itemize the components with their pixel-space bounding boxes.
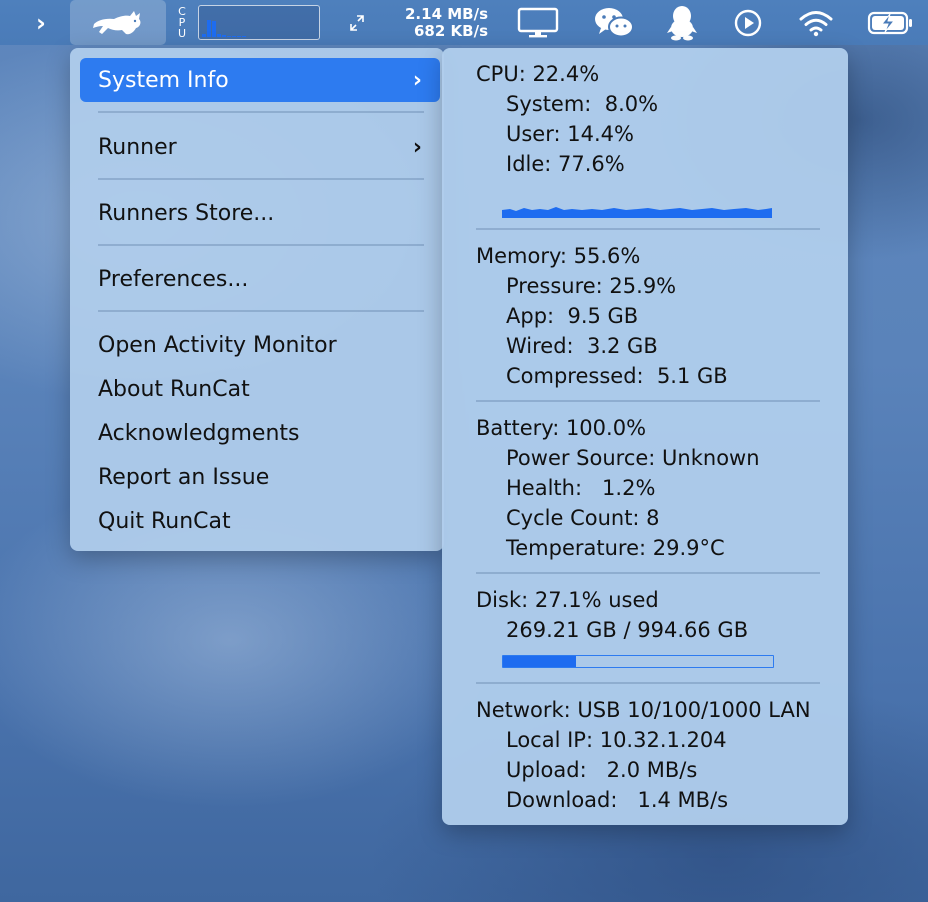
cpu-label: C P U [174,0,190,45]
cpu-letter-u: U [177,27,187,40]
cpu-graph-bar [212,20,216,37]
disk-usage-bar [502,655,774,668]
cat-runner-icon [93,10,141,34]
qq-penguin-icon[interactable] [660,0,704,45]
battery-temperature: Temperature: 29.9°C [506,536,725,560]
network-upload: Upload: 2.0 MB/s [506,758,698,782]
memory-pressure: Pressure: 25.9% [506,274,677,298]
battery-title: Battery: 100.0% [476,416,647,440]
menu-item-acknowledgments[interactable]: Acknowledgments [80,411,440,455]
memory-compressed: Compressed: 5.1 GB [506,364,728,388]
cpu-graph-bar [222,35,226,37]
panel-separator [476,400,820,402]
upload-rate: 2.14 MB/s [405,4,488,23]
cpu-graph-bar [237,35,241,37]
menu-item-report-issue[interactable]: Report an Issue [80,455,440,499]
play-circle-icon[interactable] [726,0,770,45]
disk-usage-fill [503,656,577,667]
battery-charging-icon[interactable] [866,0,916,45]
panel-separator [476,572,820,574]
menu-separator [98,178,424,180]
menu-item-label: Acknowledgments [98,420,300,446]
memory-wired: Wired: 3.2 GB [506,334,658,358]
disk-usage: 269.21 GB / 994.66 GB [506,618,749,642]
menu-item-open-activity-monitor[interactable]: Open Activity Monitor [80,323,440,367]
menu-item-label: Runner [98,134,177,160]
menu-separator [98,244,424,246]
menubar: › C P U 2.14 MB/s 682 KB/s [0,0,928,45]
menu-separator [98,111,424,113]
menu-item-label: System Info [98,67,229,93]
network-local-ip: Local IP: 10.32.1.204 [506,728,727,752]
cpu-graph-bar [217,34,221,37]
menu-item-label: Report an Issue [98,464,270,490]
battery-health: Health: 1.2% [506,476,656,500]
network-title: Network: USB 10/100/1000 LAN [476,698,811,722]
battery-power-source: Power Source: Unknown [506,446,760,470]
menu-item-label: About RunCat [98,376,250,402]
cpu-graph-bar [227,35,231,37]
menu-item-label: Runners Store... [98,200,275,226]
cpu-user: User: 14.4% [506,122,634,146]
cpu-graph-bar [207,19,211,37]
memory-app: App: 9.5 GB [506,304,639,328]
wifi-icon[interactable] [794,0,838,45]
panel-separator [476,682,820,684]
cpu-usage-graph[interactable] [198,5,320,40]
cpu-history-graph [502,207,772,218]
menu-item-runner[interactable]: Runner › [80,125,440,169]
network-arrows-icon [346,0,368,45]
menubar-overflow-chevron-icon[interactable]: › [28,0,54,45]
cpu-graph-bar [232,35,236,37]
wechat-icon[interactable] [592,0,636,45]
menu-separator [98,310,424,312]
network-download: Download: 1.4 MB/s [506,788,729,812]
runcat-menu: System Info › Runner › Runners Store... … [70,48,444,551]
network-rates[interactable]: 2.14 MB/s 682 KB/s [370,0,488,45]
runcat-status-item[interactable] [70,0,166,45]
cpu-title: CPU: 22.4% [476,62,600,86]
menu-item-preferences[interactable]: Preferences... [80,257,440,301]
panel-separator [476,228,820,230]
monitor-icon[interactable] [516,0,560,45]
download-rate: 682 KB/s [414,21,488,40]
menu-item-label: Quit RunCat [98,508,231,534]
menu-item-label: Preferences... [98,266,249,292]
menu-item-quit-runcat[interactable]: Quit RunCat [80,499,440,543]
disk-title: Disk: 27.1% used [476,588,659,612]
cpu-graph-bar [242,35,246,37]
cpu-system: System: 8.0% [506,92,659,116]
cpu-idle: Idle: 77.6% [506,152,625,176]
menu-item-system-info[interactable]: System Info › [80,58,440,102]
menu-item-about-runcat[interactable]: About RunCat [80,367,440,411]
battery-cycle-count: Cycle Count: 8 [506,506,660,530]
cpu-graph-bar [202,33,206,37]
chevron-right-icon: › [412,67,422,93]
memory-title: Memory: 55.6% [476,244,641,268]
menu-item-runners-store[interactable]: Runners Store... [80,191,440,235]
chevron-right-icon: › [412,134,422,160]
menu-item-label: Open Activity Monitor [98,332,337,358]
system-info-panel: CPU: 22.4% System: 8.0% User: 14.4% Idle… [442,48,848,825]
